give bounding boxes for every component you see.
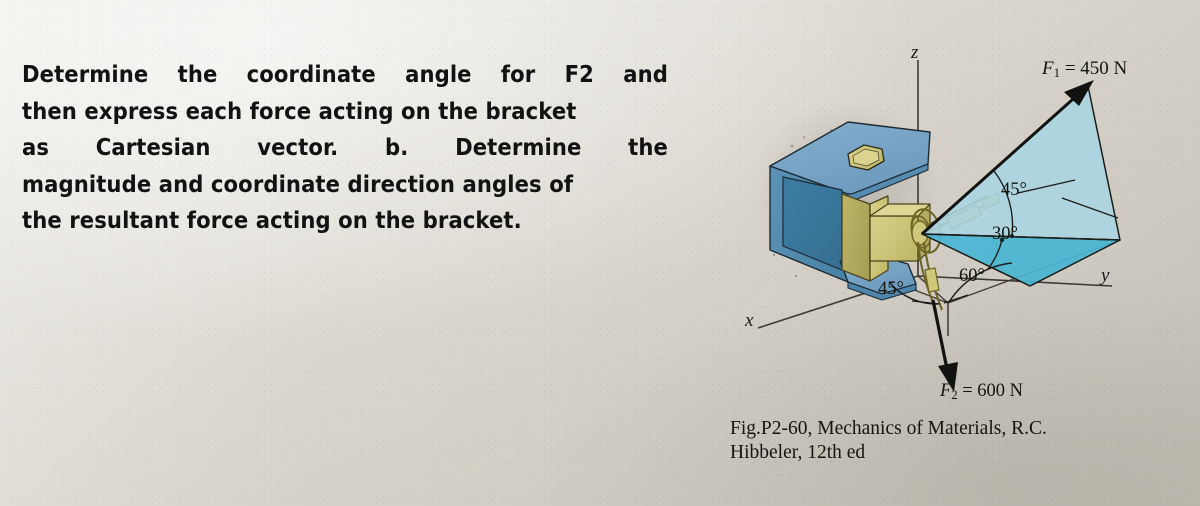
angle-label-45-lower: 45°: [878, 279, 904, 299]
f2-unit: N: [1009, 381, 1024, 401]
word: the: [177, 60, 218, 88]
angle-label-60: 60°: [959, 266, 985, 286]
axis-label-x: x: [745, 310, 754, 331]
problem-line-5: the resultant force acting on the bracke…: [22, 206, 522, 234]
f1-equals: =: [1064, 58, 1076, 79]
bracket-yellow-post: [841, 193, 871, 282]
problem-statement: Determine the coordinate angle for F2 an…: [22, 56, 668, 239]
angle-label-30: 30°: [992, 224, 1018, 244]
f1-magnitude: 450: [1080, 58, 1109, 79]
f1-upper-triangle: [921, 85, 1121, 241]
axis-label-z: z: [911, 42, 919, 63]
caption-line-1: Fig.P2-60, Mechanics of Materials, R.C.: [730, 418, 1047, 439]
problem-line-4: magnitude and coordinate direction angle…: [22, 169, 574, 198]
caption-line-2: Hibbeler, 12th ed: [730, 442, 866, 463]
f2-subscript: 2: [951, 387, 958, 402]
f1-unit: N: [1113, 58, 1128, 79]
word: the: [628, 133, 668, 161]
word: F2: [564, 60, 594, 88]
word: b.: [385, 133, 409, 161]
word: Determine: [22, 60, 149, 88]
axis-label-y: y: [1101, 265, 1110, 286]
word: angle: [405, 60, 472, 88]
bracket-force-diagram: [750, 60, 1121, 392]
figure-caption: Fig.P2-60, Mechanics of Materials, R.C. …: [730, 417, 1180, 465]
word: Cartesian: [95, 133, 211, 161]
screenshot-page: Determine the coordinate angle for F2 an…: [0, 0, 1200, 506]
word: for: [500, 60, 536, 88]
f2-symbol: F: [940, 381, 952, 401]
word: coordinate: [246, 60, 376, 88]
word: and: [623, 60, 668, 88]
problem-line-1: Determine the coordinate angle for F2 an…: [22, 56, 668, 93]
word: Determine: [455, 133, 582, 161]
angle-60-leader: [943, 294, 969, 304]
word: as: [22, 133, 50, 161]
problem-line-2: then express each force acting on the br…: [22, 96, 577, 125]
f2-force-arrow: [931, 299, 958, 392]
f2-magnitude: 600: [977, 381, 1006, 401]
f2-equals: =: [962, 381, 973, 401]
f1-symbol: F: [1042, 58, 1054, 79]
force-label-f1: F1 = 450 N: [1042, 58, 1127, 81]
figure-diagram: [730, 18, 1200, 418]
angle-label-45-upper: 45°: [1001, 180, 1027, 200]
word: vector.: [257, 133, 339, 161]
f1-subscript: 1: [1053, 64, 1061, 80]
force-label-f2: F2 = 600 N: [940, 381, 1023, 403]
problem-line-3: as Cartesian vector. b. Determine the: [22, 129, 668, 166]
bracket-yellow-arm: [869, 215, 919, 262]
